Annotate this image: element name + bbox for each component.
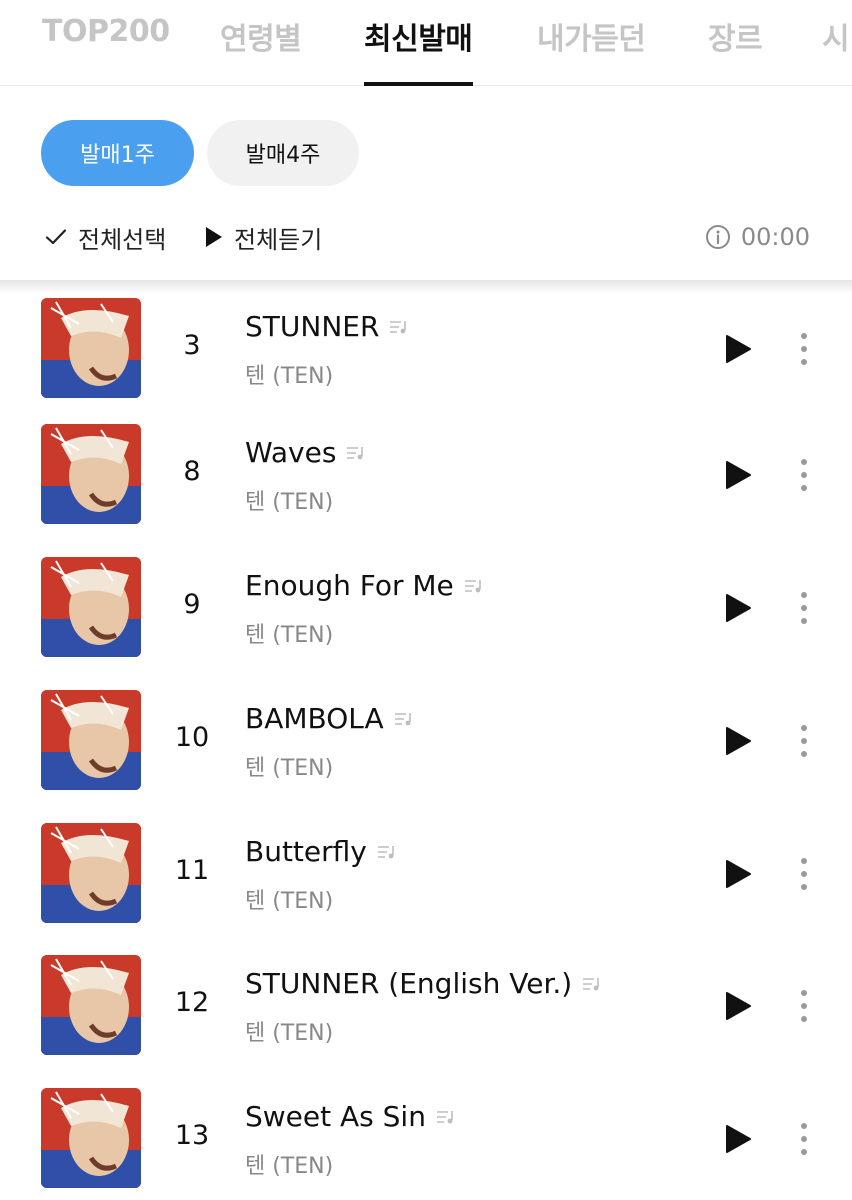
song-title[interactable]: STUNNER (English Ver.) [245,967,602,1000]
active-tab-indicator [364,82,473,86]
lyrics-icon[interactable] [346,445,366,461]
song-artist[interactable]: 텐 (TEN) [245,750,333,782]
check-icon [45,229,67,245]
album-cover[interactable] [41,955,141,1055]
lyrics-icon[interactable] [436,1109,456,1125]
song-title-text: BAMBOLA [245,702,384,735]
album-cover[interactable] [41,823,141,923]
select-all-label: 전체선택 [78,225,167,254]
song-rank: 10 [174,722,210,753]
song-row[interactable]: 12 STUNNER (English Ver.) 텐 (TEN) [0,939,852,1072]
tab-genre[interactable]: 장르 [708,14,763,58]
play-icon[interactable] [724,726,752,756]
tab-top200[interactable]: TOP200 [42,14,170,49]
more-options-icon[interactable] [796,724,812,758]
more-options-icon[interactable] [796,458,812,492]
song-rank: 13 [174,1120,210,1151]
play-icon[interactable] [724,859,752,889]
tab-history[interactable]: 내가듣던 [537,14,646,58]
song-title[interactable]: STUNNER [245,310,409,343]
album-art-image [41,955,141,1055]
song-rank: 8 [183,456,201,487]
song-title-text: Sweet As Sin [245,1100,426,1133]
listen-all-label: 전체듣기 [234,225,323,254]
filter-week1-button[interactable]: 발매1주 [41,120,194,186]
lyrics-icon[interactable] [389,319,409,335]
song-artist[interactable]: 텐 (TEN) [245,484,333,516]
play-icon[interactable] [724,1124,752,1154]
song-title-text: STUNNER (English Ver.) [245,967,573,1000]
tab-more[interactable]: 시 [822,14,850,58]
more-options-icon[interactable] [796,989,812,1023]
album-art-image [41,690,141,790]
category-tabbar: TOP200 연령별 최신발매 내가듣던 장르 시 [0,0,852,86]
song-artist[interactable]: 텐 (TEN) [245,358,333,390]
song-artist[interactable]: 텐 (TEN) [245,883,333,915]
play-icon[interactable] [724,593,752,623]
song-rank: 3 [183,330,201,361]
song-artist[interactable]: 텐 (TEN) [245,617,333,649]
timer-value: 00:00 [740,223,810,251]
song-row[interactable]: 3 STUNNER 텐 (TEN) [0,282,852,415]
song-title[interactable]: Enough For Me [245,569,484,602]
song-rank: 9 [183,589,201,620]
song-title[interactable]: Butterfly [245,835,397,868]
lyrics-icon[interactable] [377,844,397,860]
listen-all-button[interactable]: 전체듣기 [204,219,322,255]
lyrics-icon[interactable] [464,578,484,594]
song-title[interactable]: BAMBOLA [245,702,414,735]
more-options-icon[interactable] [796,1122,812,1156]
play-icon[interactable] [724,991,752,1021]
play-icon[interactable] [724,334,752,364]
song-title-text: Butterfly [245,835,367,868]
song-artist[interactable]: 텐 (TEN) [245,1148,333,1180]
song-title-text: STUNNER [245,310,380,343]
info-icon [705,225,730,249]
more-options-icon[interactable] [796,332,812,366]
tab-new-release[interactable]: 최신발매 [364,14,473,58]
play-icon[interactable] [724,460,752,490]
song-title[interactable]: Sweet As Sin [245,1100,456,1133]
album-art-image [41,823,141,923]
song-title-text: Waves [245,436,337,469]
song-row[interactable]: 8 Waves 텐 (TEN) [0,408,852,541]
tab-age[interactable]: 연령별 [220,14,302,58]
timer-display[interactable]: 00:00 [705,219,810,255]
list-controls: 발매1주 발매4주 전체선택 전체듣기 00:00 [0,87,852,280]
song-row[interactable]: 9 Enough For Me 텐 (TEN) [0,541,852,674]
song-row[interactable]: 10 BAMBOLA 텐 (TEN) [0,674,852,807]
lyrics-icon[interactable] [394,711,414,727]
album-art-image [41,424,141,524]
album-art-image [41,1088,141,1188]
album-art-image [41,557,141,657]
song-row[interactable]: 11 Butterfly 텐 (TEN) [0,807,852,940]
filter-week4-button[interactable]: 발매4주 [207,120,359,186]
lyrics-icon[interactable] [582,976,602,992]
song-title-text: Enough For Me [245,569,454,602]
album-art-image [41,298,141,398]
song-row[interactable]: 13 Sweet As Sin 텐 (TEN) [0,1072,852,1200]
album-cover[interactable] [41,557,141,657]
album-cover[interactable] [41,298,141,398]
song-rank: 12 [174,987,210,1018]
play-icon [206,227,222,247]
select-all-button[interactable]: 전체선택 [44,219,166,255]
album-cover[interactable] [41,1088,141,1188]
song-rank: 11 [174,855,210,886]
song-artist[interactable]: 텐 (TEN) [245,1015,333,1047]
song-title[interactable]: Waves [245,436,366,469]
album-cover[interactable] [41,690,141,790]
more-options-icon[interactable] [796,591,812,625]
more-options-icon[interactable] [796,857,812,891]
album-cover[interactable] [41,424,141,524]
